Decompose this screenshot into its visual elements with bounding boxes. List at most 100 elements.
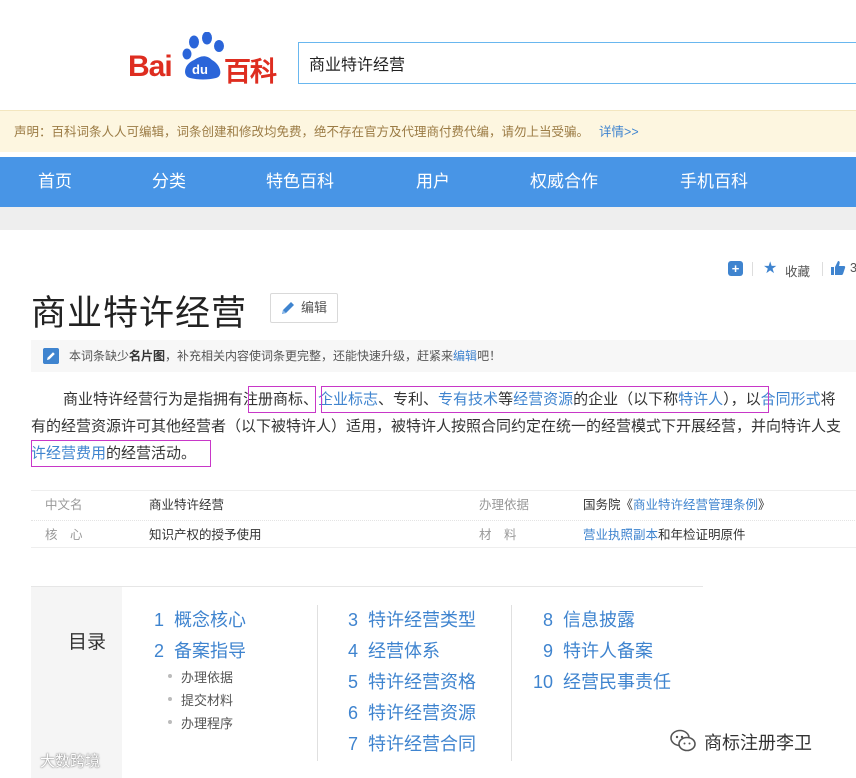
toc-num: 2 <box>153 641 164 661</box>
toc-num: 5 <box>347 672 358 692</box>
baidu-baike-logo[interactable]: Bai du 百科 <box>128 30 278 87</box>
toc-num: 1 <box>153 610 164 630</box>
star-icon[interactable]: ★ <box>763 258 777 278</box>
nav-item-category[interactable]: 分类 <box>152 157 186 207</box>
info-value: 国务院《商业特许经营管理条例》 <box>583 491 771 520</box>
watermark-text: 大数跨境 <box>40 753 101 770</box>
nav-item-featured[interactable]: 特色百科 <box>266 157 334 207</box>
info-row: 中文名 商业特许经营 办理依据 国务院《商业特许经营管理条例》 <box>31 491 856 520</box>
toc-item[interactable]: 6 特许经营资源 <box>346 701 476 725</box>
info-key: 办理依据 <box>479 498 530 512</box>
toc-item[interactable]: 10 经营民事责任 <box>531 670 671 694</box>
info-value: 知识产权的授予使用 <box>149 528 262 542</box>
toc-text: 特许经营类型 <box>368 610 476 630</box>
toc-text: 经营民事责任 <box>563 672 671 692</box>
toc-num: 10 <box>532 672 553 692</box>
toc-item[interactable]: 3 特许经营类型 <box>346 608 476 632</box>
info-text: 和年检证明原件 <box>658 528 746 542</box>
highlight-box <box>248 386 316 413</box>
tip-text-bold: 名片图 <box>129 349 166 363</box>
toc-item[interactable]: 2 备案指导 <box>152 639 246 663</box>
top-header: Bai du 百科 <box>0 0 856 110</box>
main-nav: 首页 分类 特色百科 用户 权威合作 手机百科 <box>0 157 856 207</box>
toc-num: 6 <box>347 703 358 723</box>
toc-divider <box>511 605 512 761</box>
notice-more-link[interactable]: 详情>> <box>599 125 639 139</box>
wechat-icon <box>670 729 696 752</box>
toc-num: 4 <box>347 641 358 661</box>
nav-item-partners[interactable]: 权威合作 <box>530 157 598 207</box>
watermark-text: 商标注册李卫 <box>704 733 812 753</box>
logo-bai: Bai <box>128 50 173 83</box>
highlight-box <box>31 440 211 467</box>
disclaimer-notice: 声明：百科词条人人可编辑，词条创建和修改均免费，绝不存在官方及代理商付费代编，请… <box>0 110 856 152</box>
toc-subitem[interactable]: 办理程序 <box>167 713 233 732</box>
pencil-icon <box>282 302 294 314</box>
summary-line-2: 有的经营资源许可其他经营者（以下被特许人）适用，被特许人按照合同约定在统一的经营… <box>31 418 842 435</box>
toc-text: 特许人备案 <box>563 641 653 661</box>
toc-text: 经营体系 <box>368 641 440 661</box>
info-value: 商业特许经营 <box>149 498 225 512</box>
edit-note-icon <box>43 348 59 364</box>
info-key: 材 料 <box>479 528 517 542</box>
page-title: 商业特许经营 <box>31 294 248 333</box>
divider <box>752 262 753 276</box>
notice-text: 声明：百科词条人人可编辑，词条创建和修改均免费，绝不存在官方及代理商付费代编，请… <box>14 125 590 139</box>
table-of-contents: 目录 1 概念核心 2 备案指导 办理依据 提交材料 办理程序 3 特许经营类型 4经… <box>31 586 703 778</box>
toc-item[interactable]: 8 信息披露 <box>531 608 635 632</box>
toc-label: 目录 <box>68 632 107 653</box>
sub-bar <box>0 207 856 230</box>
info-key: 中文名 <box>45 498 83 512</box>
link-contract-form[interactable]: 合同形式 <box>761 391 821 408</box>
svg-text:du: du <box>192 62 208 77</box>
info-text: 》 <box>758 498 771 512</box>
toc-num: 7 <box>347 734 358 754</box>
nav-item-home[interactable]: 首页 <box>38 157 72 207</box>
toc-item[interactable]: 5 特许经营资格 <box>346 670 476 694</box>
toc-subitem[interactable]: 提交材料 <box>167 690 233 709</box>
paw-icon: du <box>182 32 224 80</box>
tip-text-mid: ，补充相关内容使词条更完整，还能快速升级，赶紧来 <box>165 349 454 363</box>
info-value: 营业执照副本和年检证明原件 <box>583 521 746 550</box>
toc-item[interactable]: 1 概念核心 <box>152 608 246 632</box>
tip-text-pre: 本词条缺少 <box>69 349 130 363</box>
link-business-license[interactable]: 营业执照副本 <box>583 528 658 542</box>
link-regulation[interactable]: 商业特许经营管理条例 <box>633 498 758 512</box>
highlight-box <box>321 386 769 413</box>
toc-item[interactable]: 9 特许人备案 <box>531 639 653 663</box>
info-key: 核 心 <box>45 528 83 542</box>
edit-button-label: 编辑 <box>301 300 328 315</box>
favorite-button[interactable]: 收藏 <box>785 261 810 280</box>
summary-text: 将 <box>820 391 836 408</box>
toc-text: 信息披露 <box>563 610 635 630</box>
nav-item-mobile[interactable]: 手机百科 <box>680 157 748 207</box>
logo-baike: 百科 <box>224 57 277 87</box>
toc-text: 备案指导 <box>174 641 246 661</box>
toc-num: 9 <box>542 641 553 661</box>
divider <box>822 262 823 276</box>
basic-info-box: 中文名 商业特许经营 办理依据 国务院《商业特许经营管理条例》 核 心 知识产权… <box>31 490 856 548</box>
add-icon[interactable]: + <box>728 261 743 276</box>
toc-item[interactable]: 7 特许经营合同 <box>346 732 476 756</box>
toc-item[interactable]: 4 经营体系 <box>346 639 440 663</box>
toc-subitem[interactable]: 办理依据 <box>167 667 233 686</box>
toc-text: 概念核心 <box>174 610 246 630</box>
toc-num: 8 <box>542 610 553 630</box>
like-count: 3 <box>850 261 856 275</box>
edit-button[interactable]: 编辑 <box>270 293 338 323</box>
search-input[interactable] <box>299 43 856 83</box>
toc-text: 特许经营资格 <box>368 672 476 692</box>
tip-text-post: 吧！ <box>477 349 502 363</box>
thumbs-up-icon[interactable] <box>830 260 846 276</box>
info-text: 国务院《 <box>583 498 634 512</box>
info-row: 核 心 知识产权的授予使用 材 料 营业执照副本和年检证明原件 <box>31 520 856 549</box>
nav-item-user[interactable]: 用户 <box>416 157 450 207</box>
search-box[interactable] <box>298 42 856 84</box>
toc-divider <box>317 605 318 761</box>
watermark-left: 大数跨境 <box>6 750 100 774</box>
tip-edit-link[interactable]: 编辑 <box>453 349 477 363</box>
toc-text: 特许经营资源 <box>368 703 476 723</box>
missing-image-tip: 本词条缺少名片图，补充相关内容使词条更完整，还能快速升级，赶紧来编辑吧！ <box>31 340 856 372</box>
toc-text: 特许经营合同 <box>368 734 476 754</box>
toc-num: 3 <box>347 610 358 630</box>
